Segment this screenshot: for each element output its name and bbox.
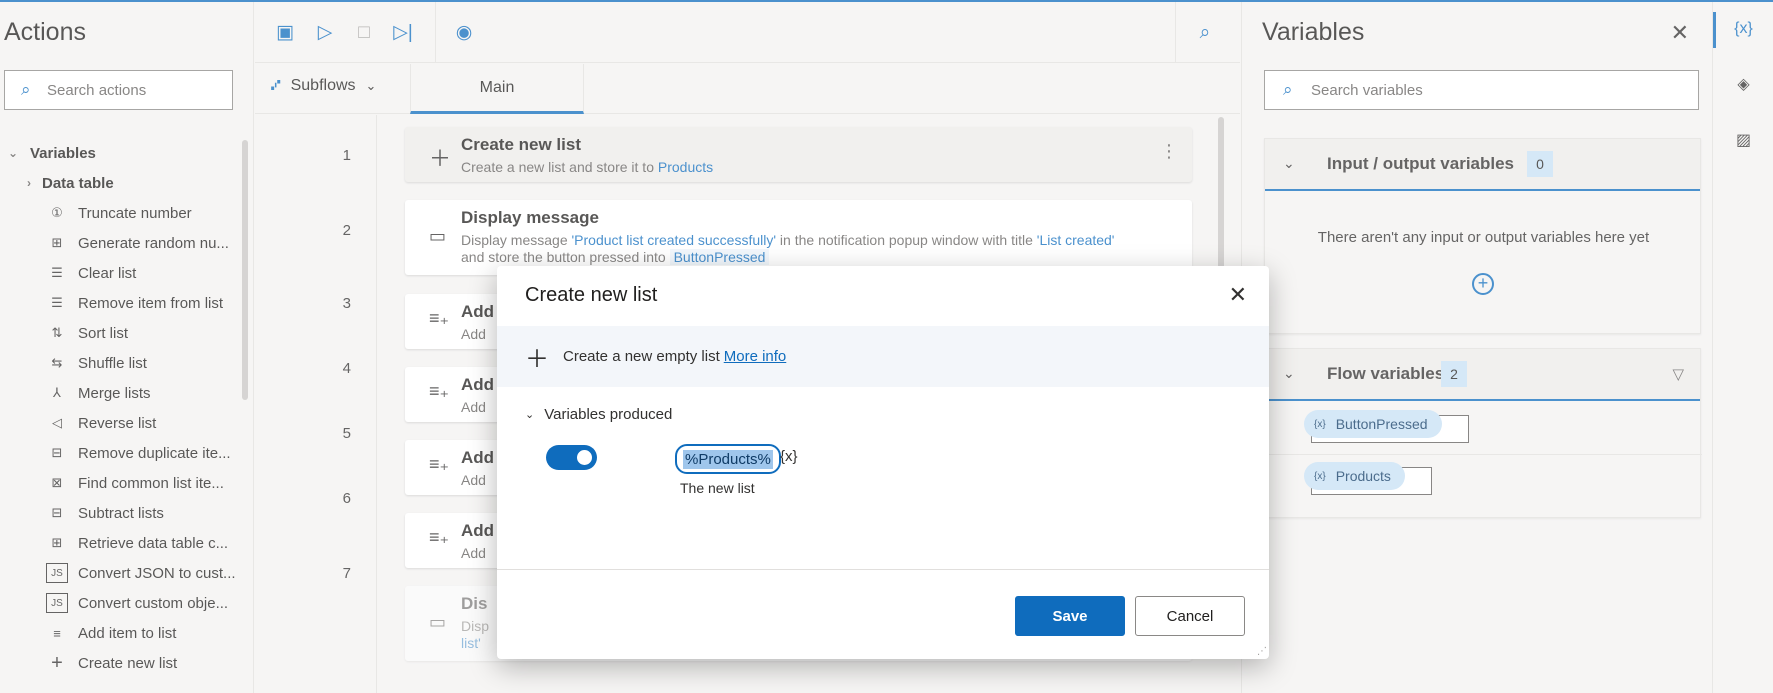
close-icon[interactable]: ✕	[1229, 282, 1247, 308]
variable-name-input[interactable]: %Products%	[675, 444, 781, 474]
variable-enabled-toggle[interactable]	[546, 445, 597, 470]
variable-name-text: %Products%	[683, 449, 773, 469]
more-info-link[interactable]: More info	[724, 348, 787, 365]
cancel-button[interactable]: Cancel	[1135, 596, 1245, 636]
variables-produced-label: Variables produced	[544, 406, 673, 423]
save-button[interactable]: Save	[1015, 596, 1125, 636]
dialog-title: Create new list	[525, 284, 658, 306]
chevron-down-icon: ⌄	[525, 409, 535, 421]
variable-picker-icon[interactable]: {x}	[780, 448, 798, 465]
resize-grip-icon[interactable]: ⋰	[1257, 646, 1267, 657]
variables-produced-toggle[interactable]: ⌄ Variables produced	[525, 406, 672, 423]
dialog-info-bar: ＋ Create a new empty list More info	[497, 326, 1269, 387]
create-new-list-dialog: Create new list ✕ ＋ Create a new empty l…	[497, 266, 1269, 659]
dialog-footer-divider	[497, 569, 1269, 570]
info-text: Create a new empty list	[563, 348, 720, 365]
variable-description: The new list	[680, 480, 755, 496]
toggle-knob	[577, 450, 592, 465]
plus-icon: ＋	[525, 346, 549, 373]
